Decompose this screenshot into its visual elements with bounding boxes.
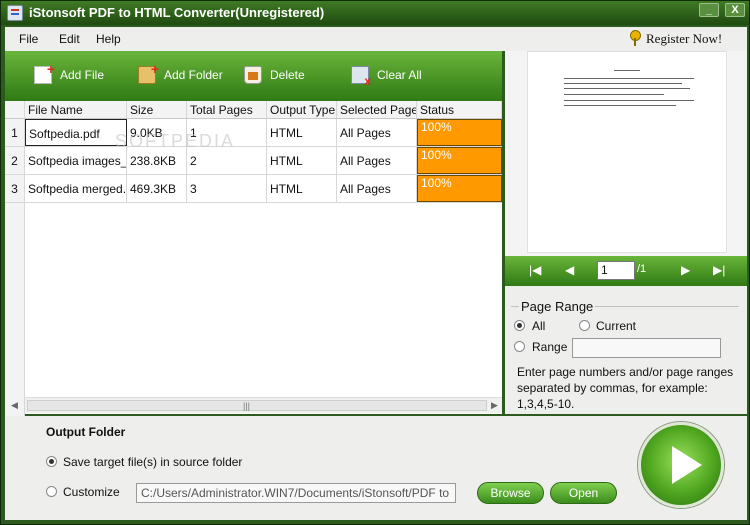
table-row[interactable]: 3 Softpedia merged. 469.3KB 3 HTML All P… xyxy=(5,175,502,203)
scroll-thumb[interactable]: ||| xyxy=(27,400,487,411)
header-output-type[interactable]: Output Type xyxy=(267,101,337,118)
row-number: 2 xyxy=(5,147,25,174)
thumb-text-line xyxy=(564,88,690,89)
window-title: iStonsoft PDF to HTML Converter(Unregist… xyxy=(29,5,325,20)
header-total-pages[interactable]: Total Pages xyxy=(187,101,267,118)
selected-page-cell[interactable]: All Pages xyxy=(337,119,417,146)
status-progress: 100% xyxy=(417,119,502,146)
range-help-text: Enter page numbers and/or page ranges se… xyxy=(517,365,734,411)
radio-source-folder[interactable] xyxy=(46,456,57,467)
file-name-cell[interactable]: Softpedia.pdf xyxy=(25,119,127,146)
clear-all-button[interactable]: Clear All xyxy=(351,65,422,88)
file-name-cell[interactable]: Softpedia images_ xyxy=(25,147,127,174)
page-total: /1 xyxy=(637,263,647,275)
output-type-cell[interactable]: HTML xyxy=(267,119,337,146)
menu-help[interactable]: Help xyxy=(96,32,121,46)
file-name-cell[interactable]: Softpedia merged. xyxy=(25,175,127,202)
add-folder-label: Add Folder xyxy=(164,68,223,82)
next-page-icon[interactable]: ▶ xyxy=(681,263,690,277)
radio-customize-label[interactable]: Customize xyxy=(63,485,120,499)
status-progress: 100% xyxy=(417,147,502,174)
grip-icon: ||| xyxy=(243,401,251,411)
add-folder-icon xyxy=(138,61,159,84)
output-folder-title: Output Folder xyxy=(46,425,126,439)
page-number-input[interactable]: 1 xyxy=(597,261,635,280)
preview-pane xyxy=(505,51,747,256)
browse-button[interactable]: Browse xyxy=(477,482,544,504)
add-folder-button[interactable]: Add Folder xyxy=(138,61,223,85)
menu-file[interactable]: File xyxy=(19,32,38,46)
app-window: iStonsoft PDF to HTML Converter(Unregist… xyxy=(0,0,750,525)
menu-bar: File Edit Help Register Now! xyxy=(5,27,747,51)
close-button[interactable]: X xyxy=(725,3,745,17)
thumb-text-line xyxy=(564,83,682,84)
key-icon[interactable] xyxy=(628,30,642,46)
page-navigation: |◀ ◀ 1 /1 ▶ ▶| xyxy=(505,256,747,286)
row-number: 3 xyxy=(5,175,25,202)
range-input[interactable] xyxy=(572,338,721,358)
row-number: 1 xyxy=(5,119,25,146)
title-bar: iStonsoft PDF to HTML Converter(Unregist… xyxy=(1,1,749,25)
radio-customize[interactable] xyxy=(46,486,57,497)
output-path-input[interactable]: C:/Users/Administrator.WIN7/Documents/iS… xyxy=(136,483,456,503)
register-link[interactable]: Register Now! xyxy=(646,31,722,47)
thumb-text-line xyxy=(564,105,676,106)
add-file-label: Add File xyxy=(60,68,105,82)
file-list-panel: Add File Add Folder Delete Clear All Fil… xyxy=(5,51,502,447)
thumb-text-line xyxy=(614,70,640,71)
total-pages-cell: 3 xyxy=(187,175,267,202)
thumb-text-line xyxy=(564,100,694,101)
last-page-icon[interactable]: ▶| xyxy=(713,263,725,277)
selected-page-cell[interactable]: All Pages xyxy=(337,147,417,174)
clear-all-icon xyxy=(351,66,371,88)
scroll-right-icon[interactable]: ▶ xyxy=(491,400,498,411)
radio-all-label[interactable]: All xyxy=(532,319,545,333)
delete-icon xyxy=(244,66,262,84)
header-selected-page[interactable]: Selected Page xyxy=(337,101,417,118)
status-progress: 100% xyxy=(417,175,502,202)
first-page-icon[interactable]: |◀ xyxy=(529,263,541,277)
radio-range[interactable] xyxy=(514,341,525,352)
output-type-cell[interactable]: HTML xyxy=(267,147,337,174)
output-type-cell[interactable]: HTML xyxy=(267,175,337,202)
thumb-text-line xyxy=(564,78,694,79)
output-folder-panel: Output Folder Save target file(s) in sou… xyxy=(5,416,747,520)
minimize-button[interactable]: _ xyxy=(699,3,719,17)
page-range-title: Page Range xyxy=(519,299,596,314)
header-size[interactable]: Size xyxy=(127,101,187,118)
selected-page-cell[interactable]: All Pages xyxy=(337,175,417,202)
delete-label: Delete xyxy=(270,68,305,82)
app-icon xyxy=(7,5,23,21)
horizontal-scrollbar[interactable]: ◀ ||| ▶ xyxy=(11,397,502,413)
size-cell: 469.3KB xyxy=(127,175,187,202)
header-status[interactable]: Status xyxy=(417,101,502,118)
table-row[interactable]: 2 Softpedia images_ 238.8KB 2 HTML All P… xyxy=(5,147,502,175)
open-button[interactable]: Open xyxy=(550,482,617,504)
header-rownum xyxy=(5,101,25,118)
thumb-text-line xyxy=(564,94,664,95)
add-file-button[interactable]: Add File xyxy=(34,61,105,85)
page-range-panel: Page Range All Current Range Enter page … xyxy=(505,286,747,414)
prev-page-icon[interactable]: ◀ xyxy=(565,263,574,277)
header-file-name[interactable]: File Name xyxy=(25,101,127,118)
radio-current[interactable] xyxy=(579,320,590,331)
radio-range-label[interactable]: Range xyxy=(532,340,567,354)
watermark: SOFTPEDIA xyxy=(115,131,236,151)
radio-all[interactable] xyxy=(514,320,525,331)
radio-source-folder-label[interactable]: Save target file(s) in source folder xyxy=(63,455,242,469)
delete-button[interactable]: Delete xyxy=(244,65,305,85)
table-header: File Name Size Total Pages Output Type S… xyxy=(5,101,502,119)
start-convert-button[interactable] xyxy=(638,422,724,508)
radio-current-label[interactable]: Current xyxy=(596,319,636,333)
add-file-icon xyxy=(34,61,55,84)
table-row[interactable]: 1 Softpedia.pdf 9.0KB 1 HTML All Pages 1… xyxy=(5,119,502,147)
page-thumbnail xyxy=(527,51,727,253)
toolbar: Add File Add Folder Delete Clear All xyxy=(5,51,502,101)
scroll-left-icon[interactable]: ◀ xyxy=(11,400,18,411)
clear-all-label: Clear All xyxy=(377,68,422,82)
menu-edit[interactable]: Edit xyxy=(59,32,80,46)
